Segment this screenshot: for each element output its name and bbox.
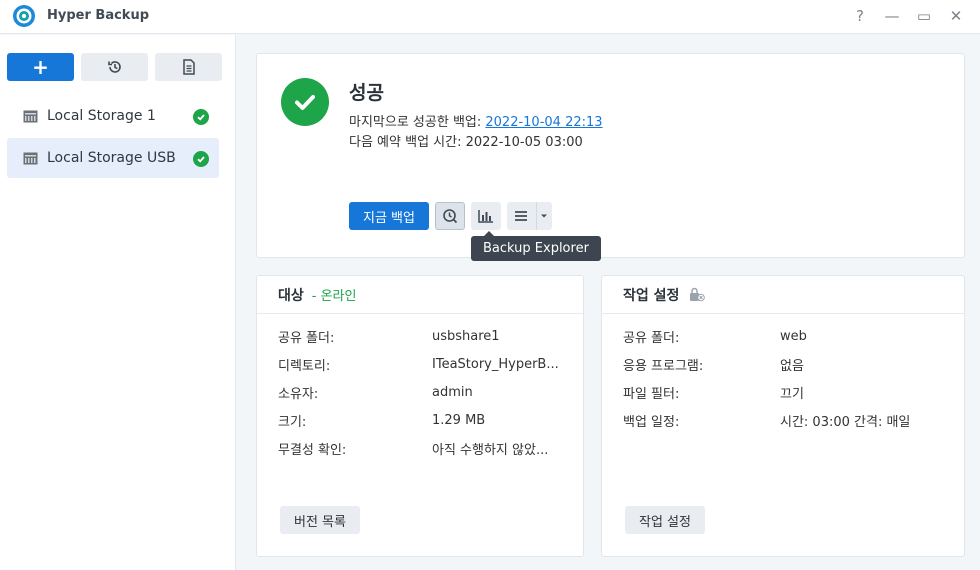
detail-row: 백업 일정: 시간: 03:00 간격: 매일: [623, 406, 980, 434]
sidebar: + Local Storage 1 Local Storage USB: [0, 35, 236, 570]
next-backup-label: 다음 예약 백업 시간:: [349, 135, 462, 150]
task-item-label: Local Storage USB: [47, 150, 176, 166]
detail-row: 파일 필터: 끄기: [623, 378, 980, 406]
task-item-label: Local Storage 1: [47, 108, 156, 124]
backup-explorer-tooltip: Backup Explorer: [471, 231, 601, 261]
menu-button[interactable]: [507, 202, 537, 230]
log-button[interactable]: [155, 53, 222, 81]
detail-row: 무결성 확인: 아직 수행하지 않았...: [278, 434, 604, 462]
hamburger-icon: [515, 211, 528, 221]
menu-dropdown-toggle[interactable]: [537, 202, 552, 230]
success-check-icon: [281, 78, 329, 126]
target-status: - 온라인: [311, 289, 357, 304]
detail-key: 파일 필터:: [623, 386, 680, 402]
backup-explorer-button[interactable]: [434, 202, 465, 230]
task-list: Local Storage 1 Local Storage USB: [7, 96, 219, 180]
hyper-backup-app-icon: [13, 5, 35, 27]
caret-down-icon: [541, 214, 548, 218]
document-icon: [182, 59, 195, 75]
detail-value: admin: [432, 384, 473, 400]
detail-key: 백업 일정:: [623, 414, 680, 430]
target-card: 대상 - 온라인 공유 폴더: usbshare1 디렉토리: ITeaStory_…: [256, 275, 584, 557]
detail-value: web: [780, 328, 807, 344]
storage-icon: [23, 110, 38, 122]
task-settings-button[interactable]: 작업 설정: [625, 506, 705, 534]
next-backup-line: 다음 예약 백업 시간: 2022-10-05 03:00: [349, 131, 583, 150]
last-backup-label: 마지막으로 성공한 백업:: [349, 115, 482, 130]
status-card: 성공 마지막으로 성공한 백업: 2022-10-04 22:13 다음 예약 …: [256, 53, 965, 258]
window-controls: ? — ▭ ✕: [846, 4, 970, 28]
settings-card: 작업 설정 공유 폴더: web 응용 프로그램: 없음 파일 필터: 끄기 백업 일…: [601, 275, 965, 557]
detail-value: 없음: [780, 358, 804, 374]
detail-key: 공유 폴더:: [623, 330, 680, 346]
detail-value: 끄기: [780, 386, 804, 402]
app-title: Hyper Backup: [47, 8, 150, 23]
lock-icon: [690, 287, 706, 302]
settings-card-header: 작업 설정: [602, 276, 964, 314]
settings-details: 공유 폴더: web 응용 프로그램: 없음 파일 필터: 끄기 백업 일정: 시간: …: [623, 322, 980, 434]
success-check-icon: [193, 151, 209, 167]
help-button[interactable]: ?: [846, 4, 874, 28]
detail-value: 1.29 MB: [432, 412, 486, 428]
detail-key: 무결성 확인:: [278, 442, 347, 458]
detail-row: 공유 폴더: web: [623, 322, 980, 350]
settings-title: 작업 설정: [623, 287, 680, 304]
statistics-button[interactable]: [470, 202, 501, 230]
detail-row: 공유 폴더: usbshare1: [278, 322, 604, 350]
detail-row: 소유자: admin: [278, 378, 604, 406]
detail-value: 시간: 03:00 간격: 매일: [780, 414, 911, 430]
task-item-local-storage-usb[interactable]: Local Storage USB: [7, 138, 219, 178]
status-title: 성공: [349, 82, 384, 104]
last-backup-line: 마지막으로 성공한 백업: 2022-10-04 22:13: [349, 111, 603, 130]
storage-icon: [23, 152, 38, 164]
detail-key: 공유 폴더:: [278, 330, 335, 346]
detail-key: 소유자:: [278, 386, 319, 402]
bar-chart-icon: [478, 210, 493, 223]
action-toolbar: 지금 백업: [349, 202, 552, 230]
close-button[interactable]: ✕: [942, 4, 970, 28]
sidebar-toolbar: +: [7, 53, 222, 81]
plus-icon: +: [32, 55, 49, 79]
title-bar: Hyper Backup ? — ▭ ✕: [0, 0, 980, 34]
backup-now-button[interactable]: 지금 백업: [349, 202, 429, 230]
more-actions-menu[interactable]: [506, 202, 552, 230]
detail-value: usbshare1: [432, 328, 500, 344]
target-card-header: 대상 - 온라인: [257, 276, 583, 314]
clock-search-icon: [443, 209, 458, 224]
last-backup-link[interactable]: 2022-10-04 22:13: [485, 115, 602, 130]
detail-value: 아직 수행하지 않았...: [432, 442, 549, 458]
task-item-local-storage-1[interactable]: Local Storage 1: [7, 96, 219, 136]
maximize-button[interactable]: ▭: [910, 4, 938, 28]
detail-key: 응용 프로그램:: [623, 358, 704, 374]
next-backup-value: 2022-10-05 03:00: [465, 135, 583, 150]
success-check-icon: [193, 109, 209, 125]
restore-history-icon: [107, 61, 121, 73]
detail-key: 디렉토리:: [278, 358, 331, 374]
restore-button[interactable]: [81, 53, 148, 81]
target-title: 대상: [278, 287, 304, 304]
detail-key: 크기:: [278, 414, 307, 430]
target-details: 공유 폴더: usbshare1 디렉토리: ITeaStory_HyperB...…: [278, 322, 604, 462]
detail-row: 응용 프로그램: 없음: [623, 350, 980, 378]
add-task-button[interactable]: +: [7, 53, 74, 81]
detail-value: ITeaStory_HyperB...: [432, 356, 559, 372]
version-list-button[interactable]: 버전 목록: [280, 506, 360, 534]
detail-row: 크기: 1.29 MB: [278, 406, 604, 434]
minimize-button[interactable]: —: [878, 4, 906, 28]
detail-row: 디렉토리: ITeaStory_HyperB...: [278, 350, 604, 378]
